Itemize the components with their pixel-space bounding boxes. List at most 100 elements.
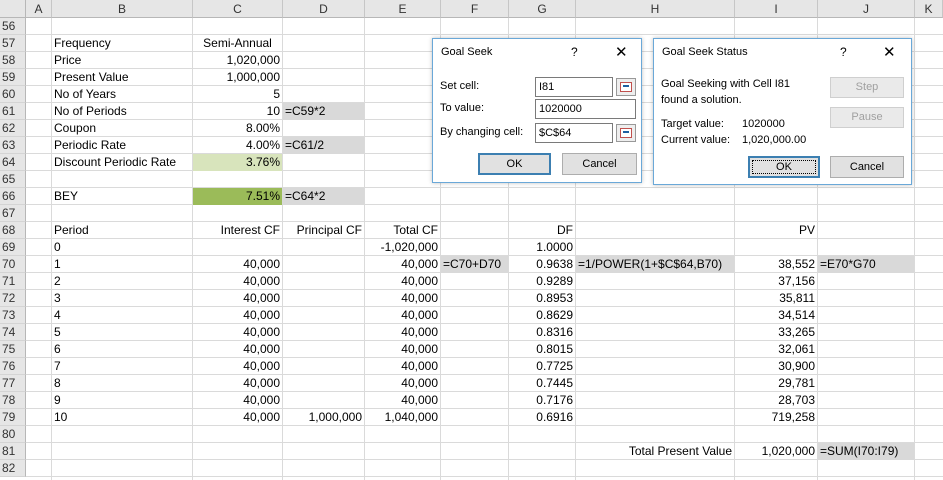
table-cell[interactable]: 40,000 [365,341,440,358]
table-cell[interactable] [283,239,364,256]
table-cell[interactable] [283,307,364,324]
table-cell[interactable]: 40,000 [193,358,282,375]
column-header[interactable]: F [441,0,509,18]
column-title[interactable]: Total CF [365,222,440,239]
close-icon[interactable]: ✕ [615,43,628,61]
table-cell[interactable]: 40,000 [365,256,440,273]
table-cell[interactable]: 8 [52,375,192,392]
column-header[interactable]: A [26,0,52,18]
table-cell[interactable]: 0.8953 [509,290,575,307]
table-cell[interactable]: 40,000 [193,324,282,341]
table-cell[interactable]: 40,000 [193,307,282,324]
table-cell[interactable]: 2 [52,273,192,290]
column-title[interactable]: Principal CF [283,222,364,239]
table-cell[interactable] [283,392,364,409]
help-icon[interactable]: ? [840,45,847,59]
input-label[interactable]: Present Value [52,69,192,86]
table-cell[interactable]: 40,000 [365,290,440,307]
formula-text[interactable]: =1/POWER(1+$C$64,B70) [576,256,734,273]
column-header[interactable]: D [283,0,365,18]
table-cell[interactable]: 40,000 [365,273,440,290]
row-header[interactable]: 75 [0,341,26,358]
column-header[interactable]: H [576,0,735,18]
table-cell[interactable]: 0.7176 [509,392,575,409]
table-cell[interactable]: 719,258 [735,409,817,426]
input-label[interactable]: Frequency [52,35,192,52]
row-header[interactable]: 69 [0,239,26,256]
input-value[interactable]: 10 [193,103,282,120]
input-label[interactable]: No of Years [52,86,192,103]
table-cell[interactable]: 38,552 [735,256,817,273]
table-cell[interactable] [193,239,282,256]
ok-button[interactable]: OK [478,153,551,175]
row-header[interactable]: 73 [0,307,26,324]
input-value[interactable]: 7.51% [193,188,282,205]
input-label[interactable]: Price [52,52,192,69]
row-header[interactable]: 71 [0,273,26,290]
table-cell[interactable] [283,256,364,273]
table-cell[interactable] [283,324,364,341]
table-cell[interactable]: 3 [52,290,192,307]
table-cell[interactable]: 0.9638 [509,256,575,273]
input-label[interactable]: Discount Periodic Rate [52,154,192,171]
table-cell[interactable]: 0.8629 [509,307,575,324]
column-title[interactable]: Period [52,222,192,239]
table-cell[interactable]: 0.7725 [509,358,575,375]
total-value[interactable]: 1,020,000 [735,443,817,460]
table-cell[interactable]: 0 [52,239,192,256]
table-cell[interactable]: 40,000 [193,256,282,273]
input-value[interactable]: 4.00% [193,137,282,154]
table-cell[interactable]: 40,000 [365,358,440,375]
table-cell[interactable]: 40,000 [365,392,440,409]
table-cell[interactable]: 0.8015 [509,341,575,358]
table-cell[interactable]: 1,040,000 [365,409,440,426]
row-header[interactable]: 81 [0,443,26,460]
row-header[interactable]: 58 [0,52,26,69]
column-header[interactable]: B [52,0,193,18]
table-cell[interactable]: 6 [52,341,192,358]
row-header[interactable]: 59 [0,69,26,86]
table-cell[interactable] [283,290,364,307]
row-header[interactable]: 63 [0,137,26,154]
input-label[interactable]: Periodic Rate [52,137,192,154]
table-cell[interactable]: -1,020,000 [365,239,440,256]
table-cell[interactable]: 40,000 [193,375,282,392]
table-cell[interactable]: 40,000 [193,341,282,358]
table-cell[interactable]: 40,000 [365,375,440,392]
row-header[interactable]: 79 [0,409,26,426]
row-header[interactable]: 62 [0,120,26,137]
input-value[interactable]: Semi-Annual [193,35,282,52]
table-cell[interactable]: 0.6916 [509,409,575,426]
input-value[interactable]: 3.76% [193,154,282,171]
table-cell[interactable]: 0.8316 [509,324,575,341]
table-cell[interactable] [735,239,817,256]
row-header[interactable]: 76 [0,358,26,375]
table-cell[interactable] [283,273,364,290]
table-cell[interactable]: 33,265 [735,324,817,341]
table-cell[interactable] [283,375,364,392]
table-cell[interactable]: 0.7445 [509,375,575,392]
row-header[interactable]: 74 [0,324,26,341]
column-title[interactable]: Interest CF [193,222,282,239]
set-cell-ref-button[interactable] [616,78,636,96]
column-title[interactable]: DF [509,222,575,239]
table-cell[interactable]: 40,000 [193,409,282,426]
column-header[interactable]: J [818,0,915,18]
row-header[interactable]: 68 [0,222,26,239]
input-value[interactable]: 5 [193,86,282,103]
formula-text[interactable]: =E70*G70 [818,256,914,273]
table-cell[interactable]: 29,781 [735,375,817,392]
select-all-corner[interactable] [0,0,26,18]
formula-text[interactable]: =C59*2 [283,103,364,120]
changing-cell-ref-button[interactable] [616,124,636,142]
ok-button[interactable]: OK [748,156,820,178]
table-cell[interactable] [283,341,364,358]
table-cell[interactable]: 0.9289 [509,273,575,290]
formula-text[interactable]: =SUM(I70:I79) [818,443,914,460]
table-cell[interactable]: 40,000 [365,324,440,341]
row-header[interactable]: 56 [0,18,26,35]
table-cell[interactable]: 1.0000 [509,239,575,256]
column-header[interactable]: I [735,0,818,18]
formula-text[interactable]: =C61/2 [283,137,364,154]
formula-text[interactable]: =C70+D70 [441,256,508,273]
